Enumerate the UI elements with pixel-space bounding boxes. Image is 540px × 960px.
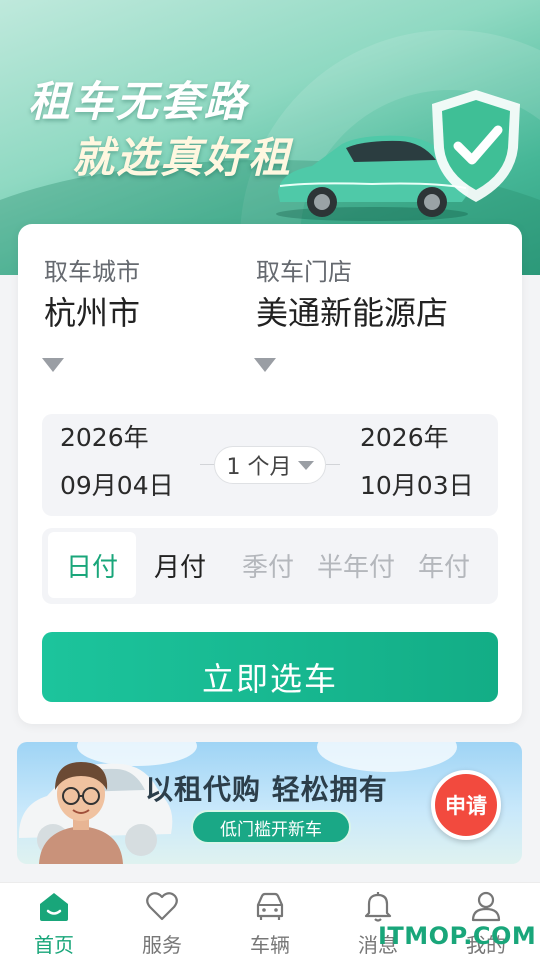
hero-subtitle: 就选真好租 (72, 133, 293, 182)
watermark-text: ITMOP.COM (378, 922, 537, 950)
pickup-store-label: 取车门店 (256, 258, 352, 286)
nav-home[interactable]: 首页 (0, 883, 108, 960)
duration-dropdown[interactable]: 1 个月 (214, 446, 326, 484)
heart-icon (146, 892, 178, 921)
start-date-day[interactable]: 09月04日 (60, 468, 174, 504)
start-date-year[interactable]: 2026年 (60, 420, 149, 456)
nav-vehicles-label: 车辆 (250, 933, 290, 957)
car-icon (256, 892, 284, 920)
end-date-year[interactable]: 2026年 (360, 420, 449, 456)
lease-to-own-banner[interactable]: 以租代购 轻松拥有 低门槛开新车 申请 (17, 742, 522, 864)
end-date-day[interactable]: 10月03日 (360, 468, 474, 504)
tab-pay-monthly[interactable]: 月付 (136, 532, 224, 598)
duration-divider-right (326, 464, 340, 465)
chevron-down-icon (297, 460, 314, 470)
select-car-button[interactable]: 立即选车 (42, 632, 498, 702)
user-icon (471, 891, 501, 922)
pickup-city-dropdown-icon[interactable] (42, 358, 64, 372)
tab-pay-half-yearly[interactable]: 半年付 (312, 532, 400, 598)
pickup-city-value[interactable]: 杭州市 (44, 288, 140, 334)
duration-divider-left (200, 464, 214, 465)
rental-period-selector[interactable]: 2026年 09月04日 1 个月 2026年 10月03日 (42, 414, 498, 516)
person-avatar-icon (39, 762, 123, 864)
pickup-city-label: 取车城市 (44, 258, 140, 286)
tab-pay-quarterly[interactable]: 季付 (224, 532, 312, 598)
rental-form-card: 取车城市 杭州市 取车门店 美通新能源店 2026年 09月04日 1 个月 2… (18, 224, 522, 724)
shield-check-icon (432, 90, 520, 202)
pickup-store-dropdown-icon[interactable] (254, 358, 276, 372)
nav-service-label: 服务 (142, 933, 182, 957)
pickup-store-value[interactable]: 美通新能源店 (256, 288, 448, 334)
tab-pay-yearly[interactable]: 年付 (400, 532, 488, 598)
promo-title: 以租代购 轻松拥有 (145, 773, 388, 806)
bell-icon (364, 892, 392, 922)
nav-home-label: 首页 (34, 933, 74, 957)
nav-vehicles[interactable]: 车辆 (216, 883, 324, 960)
home-icon (40, 893, 68, 921)
hero-title: 租车无套路 (28, 77, 249, 126)
payment-cycle-tabs: 日付 月付 季付 半年付 年付 (42, 528, 498, 604)
nav-service[interactable]: 服务 (108, 883, 216, 960)
apply-button[interactable]: 申请 (431, 770, 501, 840)
promo-tagline: 低门槛开新车 (191, 810, 351, 844)
tab-pay-daily[interactable]: 日付 (48, 532, 136, 598)
duration-value: 1 个月 (226, 455, 292, 480)
